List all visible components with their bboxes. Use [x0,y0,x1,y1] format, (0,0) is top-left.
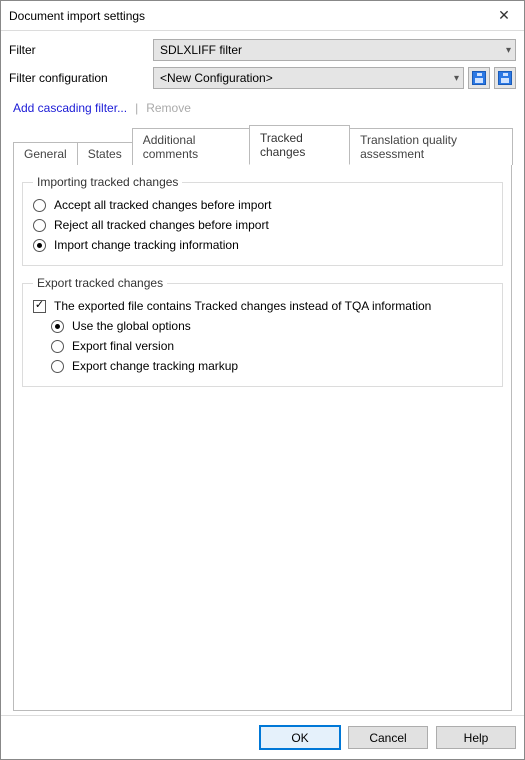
help-button[interactable]: Help [436,726,516,749]
close-icon: ✕ [498,7,510,24]
remove-filter-link: Remove [146,101,191,115]
save-as-icon [498,71,512,85]
tab-tracked-changes-label: Tracked changes [260,131,305,159]
radio-icon [51,320,64,333]
option-export-markup-label: Export change tracking markup [72,359,238,373]
option-export-final[interactable]: Export final version [33,336,492,356]
add-cascading-filter-link[interactable]: Add cascading filter... [13,101,127,115]
filter-config-dropdown[interactable]: <New Configuration> ▾ [153,67,464,89]
filter-dropdown[interactable]: SDLXLIFF filter ▾ [153,39,516,61]
option-export-markup[interactable]: Export change tracking markup [33,356,492,376]
filter-config-value: <New Configuration> [160,71,273,85]
option-accept-all-label: Accept all tracked changes before import [54,198,271,212]
link-separator: | [135,101,138,115]
cascading-link-row: Add cascading filter... | Remove [9,95,516,125]
help-button-label: Help [464,731,489,745]
content-area: Filter SDLXLIFF filter ▾ Filter configur… [1,31,524,715]
titlebar: Document import settings ✕ [1,1,524,31]
option-accept-all[interactable]: Accept all tracked changes before import [33,195,492,215]
ok-button[interactable]: OK [260,726,340,749]
radio-icon [51,340,64,353]
option-reject-all[interactable]: Reject all tracked changes before import [33,215,492,235]
ok-button-label: OK [291,731,308,745]
save-config-button[interactable] [468,67,490,89]
option-use-global[interactable]: Use the global options [33,316,492,336]
filter-config-label: Filter configuration [9,71,149,85]
tab-additional-comments-label: Additional comments [143,133,198,161]
tab-strip: General States Additional comments Track… [9,125,516,165]
cancel-button[interactable]: Cancel [348,726,428,749]
option-import-info[interactable]: Import change tracking information [33,235,492,255]
checkbox-icon [33,300,46,313]
save-config-as-button[interactable] [494,67,516,89]
chevron-down-icon: ▾ [454,73,459,84]
button-bar: OK Cancel Help [1,715,524,759]
filter-config-row: Filter configuration <New Configuration>… [9,67,516,89]
radio-icon [33,199,46,212]
tab-panel: Importing tracked changes Accept all tra… [13,164,512,711]
tab-tracked-changes[interactable]: Tracked changes [249,125,350,165]
tab-tqa[interactable]: Translation quality assessment [349,128,513,165]
cancel-button-label: Cancel [369,731,406,745]
option-export-contains-tqa-label: The exported file contains Tracked chang… [54,299,431,313]
exporting-group: Export tracked changes The exported file… [22,276,503,387]
tab-states[interactable]: States [77,142,133,165]
option-import-info-label: Import change tracking information [54,238,239,252]
option-reject-all-label: Reject all tracked changes before import [54,218,269,232]
tab-states-label: States [88,147,122,161]
radio-icon [33,239,46,252]
tab-additional-comments[interactable]: Additional comments [132,128,250,165]
option-use-global-label: Use the global options [72,319,191,333]
radio-icon [51,360,64,373]
importing-group: Importing tracked changes Accept all tra… [22,175,503,266]
chevron-down-icon: ▾ [506,45,511,56]
tab-general-label: General [24,147,67,161]
tab-general[interactable]: General [13,142,78,165]
save-icon [472,71,486,85]
close-button[interactable]: ✕ [484,1,524,31]
radio-icon [33,219,46,232]
tab-tqa-label: Translation quality assessment [360,133,457,161]
window-title: Document import settings [9,9,145,23]
exporting-legend: Export tracked changes [33,276,167,290]
filter-label: Filter [9,43,149,57]
option-export-final-label: Export final version [72,339,174,353]
importing-legend: Importing tracked changes [33,175,182,189]
option-export-contains-tqa[interactable]: The exported file contains Tracked chang… [33,296,492,316]
filter-row: Filter SDLXLIFF filter ▾ [9,39,516,61]
filter-value: SDLXLIFF filter [160,43,242,57]
